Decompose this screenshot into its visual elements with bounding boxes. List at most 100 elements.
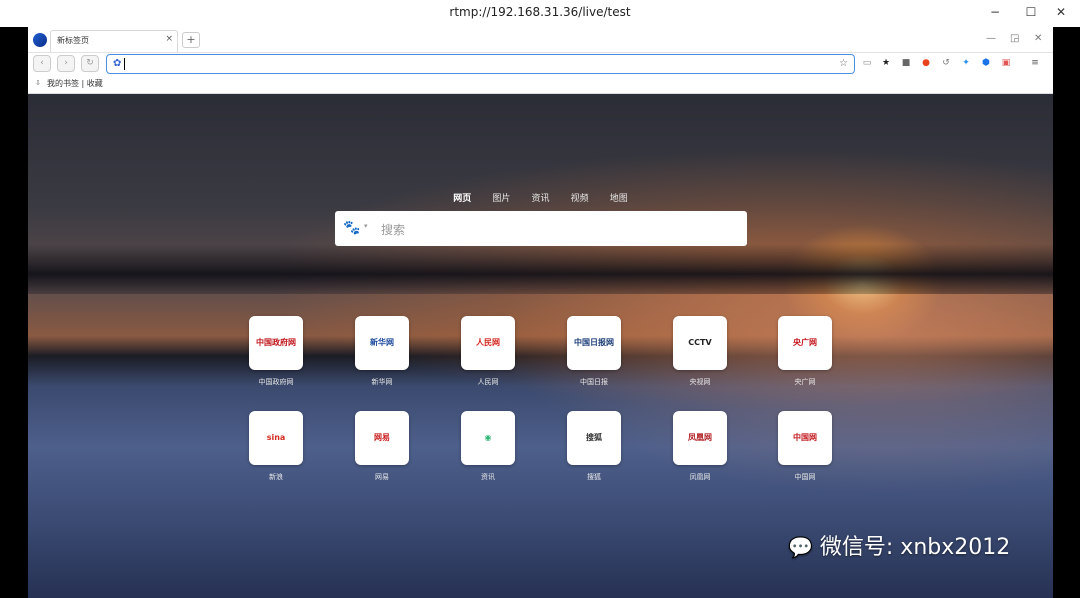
tab-close-icon[interactable]: × bbox=[165, 34, 173, 44]
shortcut-logo-box[interactable]: sina bbox=[249, 411, 303, 465]
search-tab-images[interactable]: 图片 bbox=[492, 191, 510, 204]
new-tab-button[interactable]: + bbox=[182, 32, 200, 48]
shortcut-label: 新浪 bbox=[269, 473, 283, 481]
background-treeline bbox=[28, 244, 1053, 294]
shortcut-label: 央视网 bbox=[689, 378, 711, 386]
browser-restore-button[interactable]: ◲ bbox=[1010, 33, 1019, 44]
shortcut-logo-box[interactable]: 新华网 bbox=[355, 316, 409, 370]
forward-button[interactable]: › bbox=[57, 55, 75, 72]
shortcut-label: 网易 bbox=[375, 473, 389, 481]
shortcut-tile[interactable]: ◉ 资讯 bbox=[443, 411, 533, 491]
security-shield-icon[interactable]: ⬢ bbox=[981, 58, 991, 68]
text-cursor bbox=[124, 58, 125, 70]
favorites-icon[interactable]: ★ bbox=[881, 58, 891, 68]
window-title: rtmp://192.168.31.36/live/test bbox=[449, 5, 631, 19]
window-close-button[interactable]: ✕ bbox=[1050, 3, 1072, 21]
shortcut-tile[interactable]: 新华网 新华网 bbox=[337, 316, 427, 396]
adblock-icon[interactable]: ● bbox=[921, 58, 931, 68]
shortcut-logo-box[interactable]: 中国网 bbox=[778, 411, 832, 465]
search-input[interactable]: 🐾 ▾ 搜索 bbox=[335, 211, 747, 246]
shortcut-logo-box[interactable]: 人民网 bbox=[461, 316, 515, 370]
search-placeholder: 搜索 bbox=[381, 223, 406, 237]
shortcut-tile[interactable]: 凤凰网 凤凰网 bbox=[655, 411, 745, 491]
shortcut-logo-icon: 中国日报网 bbox=[574, 338, 614, 347]
tab-label: 新标签页 bbox=[57, 36, 89, 45]
shortcut-tile[interactable]: 搜狐 搜狐 bbox=[549, 411, 639, 491]
screenshot-icon[interactable]: ■ bbox=[901, 58, 911, 68]
shortcut-logo-icon: 中国政府网 bbox=[256, 338, 296, 347]
shortcut-logo-icon: 新华网 bbox=[370, 338, 394, 347]
reload-button[interactable]: ↻ bbox=[81, 55, 99, 72]
search-engine-icon: ✿ bbox=[113, 58, 122, 69]
reader-icon[interactable]: ▭ bbox=[862, 58, 872, 68]
shortcut-label: 新华网 bbox=[371, 378, 393, 386]
new-tab-page: 网页 图片 资讯 视频 地图 🐾 ▾ 搜索 中国政府网 中国政府网 新华网 新华网 人民… bbox=[28, 94, 1053, 598]
browser-window: 新标签页 × + — ◲ ✕ ‹ › ↻ ✿ ☆ ▭ ★ ■ ● ↺ ✦ ⬢ ▣… bbox=[28, 27, 1053, 598]
shortcut-logo-box[interactable]: 搜狐 bbox=[567, 411, 621, 465]
search-tab-maps[interactable]: 地图 bbox=[610, 191, 628, 204]
browser-minimize-button[interactable]: — bbox=[986, 33, 996, 44]
watermark-text: 💬 微信号: xnbx2012 bbox=[788, 529, 1010, 561]
search-tab-web[interactable]: 网页 bbox=[453, 191, 471, 204]
search-tab-news[interactable]: 资讯 bbox=[531, 191, 549, 204]
shortcut-logo-box[interactable]: CCTV bbox=[673, 316, 727, 370]
shop-icon[interactable]: ▣ bbox=[1001, 58, 1011, 68]
shortcut-logo-box[interactable]: 凤凰网 bbox=[673, 411, 727, 465]
window-titlebar: rtmp://192.168.31.36/live/test − ☐ ✕ bbox=[0, 0, 1080, 27]
menu-icon[interactable]: ≡ bbox=[1030, 58, 1040, 68]
search-tab-video[interactable]: 视频 bbox=[571, 191, 589, 204]
shortcut-logo-icon: sina bbox=[266, 433, 286, 442]
shortcut-label: 人民网 bbox=[477, 378, 499, 386]
shortcut-logo-icon: 凤凰网 bbox=[688, 433, 712, 442]
bookmark-star-icon[interactable]: ☆ bbox=[839, 58, 848, 69]
shortcut-label: 中国网 bbox=[794, 473, 816, 481]
shortcut-logo-box[interactable]: 央广网 bbox=[778, 316, 832, 370]
shortcut-tile[interactable]: 中国日报网 中国日报 bbox=[549, 316, 639, 396]
tab-new-tab[interactable]: 新标签页 × bbox=[50, 30, 178, 52]
browser-logo-icon bbox=[33, 33, 47, 47]
letterbox-right bbox=[1053, 27, 1080, 598]
bookmarks-bar: ⇩ 我的书签 | 收藏 bbox=[28, 75, 1053, 94]
shortcut-logo-box[interactable]: 中国日报网 bbox=[567, 316, 621, 370]
tab-strip: 新标签页 × + — ◲ ✕ bbox=[28, 27, 1053, 53]
bookmark-folder-icon: ⇩ bbox=[35, 79, 41, 87]
chevron-down-icon[interactable]: ▾ bbox=[364, 222, 368, 230]
search-type-tabs: 网页 图片 资讯 视频 地图 bbox=[28, 186, 1053, 205]
shortcut-tile[interactable]: 中国政府网 中国政府网 bbox=[231, 316, 321, 396]
shortcut-logo-box[interactable]: 网易 bbox=[355, 411, 409, 465]
watermark-label: 微信号: xnbx2012 bbox=[819, 535, 1011, 560]
letterbox-left bbox=[0, 27, 28, 598]
shortcut-logo-icon: 中国网 bbox=[793, 433, 817, 442]
window-maximize-button[interactable]: ☐ bbox=[1020, 3, 1042, 21]
shortcut-logo-icon: CCTV bbox=[688, 338, 712, 347]
shortcut-logo-icon: ◉ bbox=[484, 433, 492, 442]
shortcut-tile[interactable]: 网易 网易 bbox=[337, 411, 427, 491]
shortcut-tile[interactable]: CCTV 央视网 bbox=[655, 316, 745, 396]
back-button[interactable]: ‹ bbox=[33, 55, 51, 72]
toolbar: ‹ › ↻ ✿ ☆ ▭ ★ ■ ● ↺ ✦ ⬢ ▣ ≡ bbox=[28, 53, 1053, 75]
shortcut-logo-icon: 搜狐 bbox=[586, 433, 602, 442]
shortcut-label: 中国日报 bbox=[580, 378, 608, 386]
shortcut-label: 央广网 bbox=[794, 378, 816, 386]
shortcut-logo-box[interactable]: ◉ bbox=[461, 411, 515, 465]
shortcut-label: 资讯 bbox=[481, 473, 495, 481]
shortcut-logo-icon: 人民网 bbox=[476, 338, 500, 347]
shortcut-label: 中国政府网 bbox=[258, 378, 294, 386]
wechat-icon: 💬 bbox=[788, 535, 813, 559]
address-bar[interactable]: ✿ ☆ bbox=[106, 54, 855, 74]
shortcut-tile[interactable]: 人民网 人民网 bbox=[443, 316, 533, 396]
shortcut-logo-icon: 央广网 bbox=[793, 338, 817, 347]
shortcut-label: 搜狐 bbox=[587, 473, 601, 481]
shortcut-logo-icon: 网易 bbox=[374, 433, 390, 442]
window-minimize-button[interactable]: − bbox=[984, 3, 1006, 21]
shortcut-logo-box[interactable]: 中国政府网 bbox=[249, 316, 303, 370]
extension-icon[interactable]: ↺ bbox=[941, 58, 951, 68]
translate-icon[interactable]: ✦ bbox=[961, 58, 971, 68]
shortcut-tile[interactable]: 中国网 中国网 bbox=[760, 411, 850, 491]
bookmarks-label[interactable]: 我的书签 | 收藏 bbox=[47, 78, 103, 89]
shortcut-tile[interactable]: sina 新浪 bbox=[231, 411, 321, 491]
shortcut-tile[interactable]: 央广网 央广网 bbox=[760, 316, 850, 396]
browser-close-button[interactable]: ✕ bbox=[1034, 33, 1042, 44]
baidu-paw-icon[interactable]: 🐾 bbox=[343, 220, 360, 236]
shortcut-label: 凤凰网 bbox=[689, 473, 711, 481]
